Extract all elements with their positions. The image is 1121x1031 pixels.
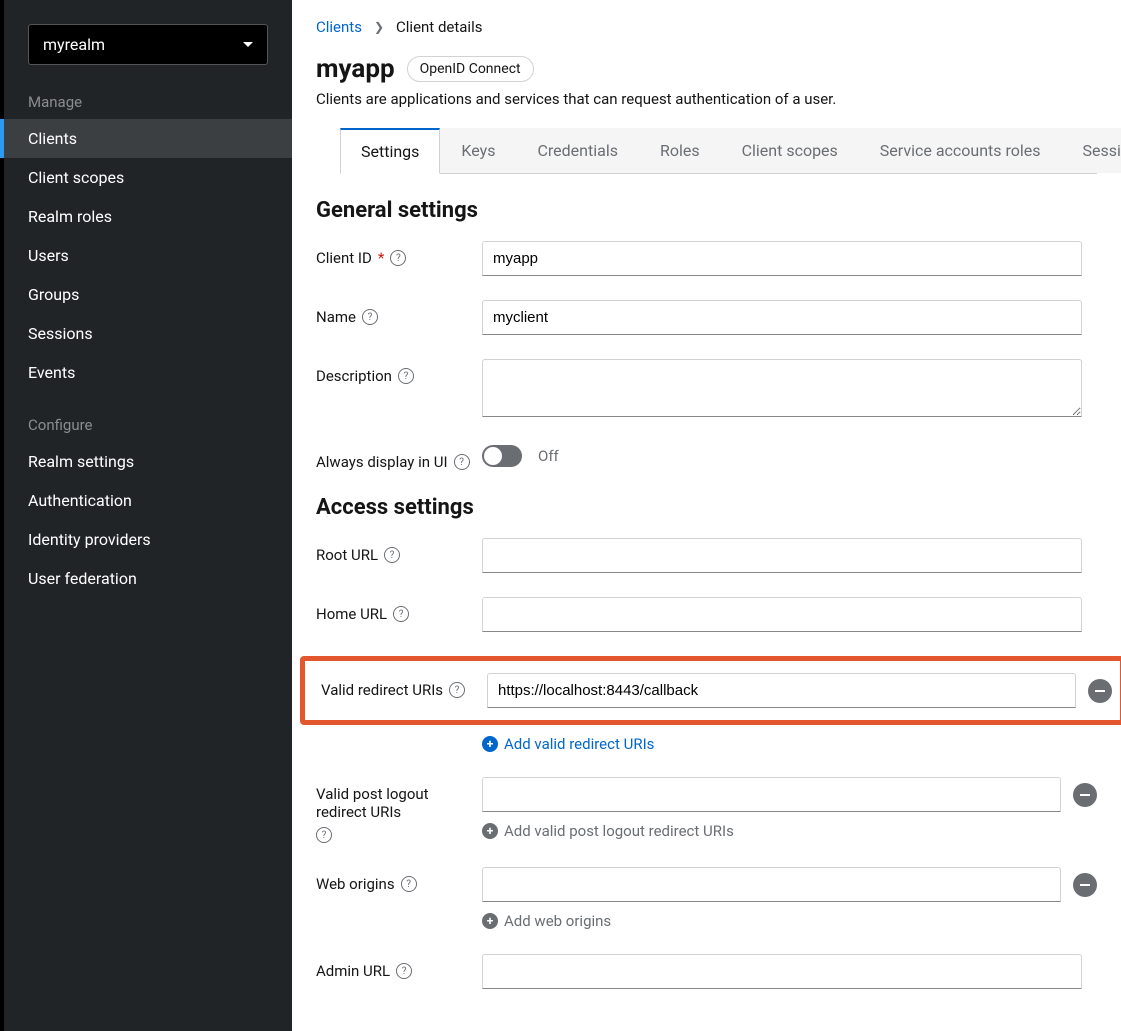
- minus-icon: [1095, 690, 1105, 692]
- sidebar-item-authentication[interactable]: Authentication: [0, 481, 292, 520]
- label-always-display: Always display in UI ?: [316, 445, 482, 471]
- protocol-badge: OpenID Connect: [407, 56, 534, 82]
- remove-web-origin-button[interactable]: [1073, 873, 1097, 897]
- root-url-input[interactable]: [482, 538, 1082, 573]
- help-icon[interactable]: ?: [449, 682, 465, 698]
- sidebar-item-sessions[interactable]: Sessions: [0, 314, 292, 353]
- help-icon[interactable]: ?: [398, 368, 414, 384]
- sidebar-item-identity-providers[interactable]: Identity providers: [0, 520, 292, 559]
- sidebar-item-realm-settings[interactable]: Realm settings: [0, 442, 292, 481]
- label-valid-post-logout: Valid post logout redirect URIs ?: [316, 777, 482, 843]
- help-icon[interactable]: ?: [362, 309, 378, 325]
- page-description: Clients are applications and services th…: [316, 90, 1097, 108]
- sidebar-item-realm-roles[interactable]: Realm roles: [0, 197, 292, 236]
- sidebar-item-user-federation[interactable]: User federation: [0, 559, 292, 598]
- main-content: Clients ❯ Client details myapp OpenID Co…: [292, 0, 1121, 1031]
- realm-selector[interactable]: myrealm: [28, 24, 268, 65]
- tab-settings[interactable]: Settings: [340, 128, 440, 174]
- toggle-state: Off: [538, 447, 559, 465]
- sidebar-item-groups[interactable]: Groups: [0, 275, 292, 314]
- section-access: Access settings: [316, 495, 1097, 520]
- label-home-url: Home URL ?: [316, 597, 482, 623]
- sidebar-item-events[interactable]: Events: [0, 353, 292, 392]
- highlight-valid-redirect: Valid redirect URIs ?: [300, 656, 1121, 725]
- add-post-logout-button[interactable]: + Add valid post logout redirect URIs: [482, 822, 1097, 840]
- help-icon[interactable]: ?: [401, 876, 417, 892]
- sidebar-item-clients[interactable]: Clients: [0, 119, 292, 158]
- tab-sessions[interactable]: Sessions: [1062, 128, 1121, 173]
- help-icon[interactable]: ?: [390, 250, 406, 266]
- minus-icon: [1080, 794, 1090, 796]
- help-icon[interactable]: ?: [393, 606, 409, 622]
- home-url-input[interactable]: [482, 597, 1082, 632]
- page-title: myapp: [316, 54, 395, 84]
- admin-url-input[interactable]: [482, 954, 1082, 989]
- sidebar-item-users[interactable]: Users: [0, 236, 292, 275]
- label-name: Name ?: [316, 300, 482, 326]
- section-general: General settings: [316, 198, 1097, 223]
- chevron-right-icon: ❯: [374, 20, 384, 34]
- web-origins-input[interactable]: [482, 867, 1061, 902]
- plus-circle-icon: +: [482, 736, 498, 752]
- remove-post-logout-button[interactable]: [1073, 783, 1097, 807]
- name-input[interactable]: [482, 300, 1082, 335]
- tab-keys[interactable]: Keys: [440, 128, 516, 173]
- minus-icon: [1080, 884, 1090, 886]
- valid-post-logout-input[interactable]: [482, 777, 1061, 812]
- nav-section-configure: Configure: [4, 404, 292, 442]
- nav-section-manage: Manage: [4, 81, 292, 119]
- tab-service-accounts-roles[interactable]: Service accounts roles: [859, 128, 1062, 173]
- tab-roles[interactable]: Roles: [639, 128, 721, 173]
- plus-circle-icon: +: [482, 913, 498, 929]
- description-input[interactable]: [482, 359, 1082, 417]
- valid-redirect-input[interactable]: [487, 673, 1076, 708]
- realm-name: myrealm: [43, 35, 105, 54]
- tabs: Settings Keys Credentials Roles Client s…: [340, 128, 1097, 174]
- sidebar-item-client-scopes[interactable]: Client scopes: [0, 158, 292, 197]
- breadcrumb-clients[interactable]: Clients: [316, 18, 362, 36]
- label-description: Description ?: [316, 359, 482, 385]
- label-client-id: Client ID * ?: [316, 241, 482, 267]
- tab-client-scopes[interactable]: Client scopes: [721, 128, 859, 173]
- client-id-input[interactable]: [482, 241, 1082, 276]
- help-icon[interactable]: ?: [454, 454, 470, 470]
- remove-redirect-button[interactable]: [1088, 679, 1112, 703]
- label-admin-url: Admin URL ?: [316, 954, 482, 980]
- add-web-origins-button[interactable]: + Add web origins: [482, 912, 1097, 930]
- plus-circle-icon: +: [482, 823, 498, 839]
- label-valid-redirect: Valid redirect URIs ?: [321, 673, 487, 699]
- sidebar: myrealm Manage Clients Client scopes Rea…: [0, 0, 292, 1031]
- help-icon[interactable]: ?: [316, 827, 332, 843]
- breadcrumb-current: Client details: [396, 18, 482, 36]
- help-icon[interactable]: ?: [396, 963, 412, 979]
- label-root-url: Root URL ?: [316, 538, 482, 564]
- help-icon[interactable]: ?: [384, 547, 400, 563]
- tab-credentials[interactable]: Credentials: [516, 128, 639, 173]
- breadcrumb: Clients ❯ Client details: [316, 18, 1097, 36]
- add-valid-redirect-button[interactable]: + Add valid redirect URIs: [482, 735, 1097, 753]
- caret-down-icon: [243, 42, 253, 47]
- label-web-origins: Web origins ?: [316, 867, 482, 893]
- always-display-toggle[interactable]: [482, 445, 522, 467]
